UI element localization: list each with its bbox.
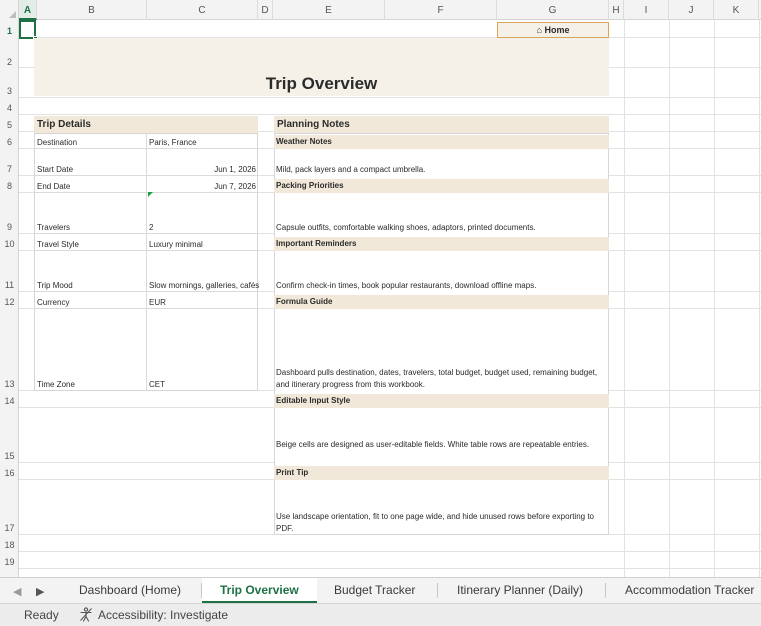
trip-value-time-zone[interactable]: CET [149,380,165,389]
column-header-d[interactable]: D [258,0,273,20]
trip-value-start-date[interactable]: Jun 1, 2026 [149,165,256,174]
note-title-editable-input: Editable Input Style [274,394,609,408]
planning-notes-heading: Planning Notes [274,116,609,133]
trip-label-time-zone: Time Zone [37,380,75,389]
gridline [624,20,625,577]
column-header-j[interactable]: J [669,0,714,20]
row-header-10[interactable]: 10 [0,239,19,249]
row-header-4[interactable]: 4 [0,103,19,113]
note-body-editable-input[interactable]: Beige cells are designed as user-editabl… [276,439,606,451]
sheet-grid[interactable]: ⌂ Home Trip Overview Trip Details Destin… [19,20,761,577]
tab-dashboard-home[interactable]: Dashboard (Home) [79,578,181,603]
trip-label-start-date: Start Date [37,165,74,174]
tab-scroll-left-icon[interactable]: ◀ [13,585,21,598]
row-header-11[interactable]: 11 [0,280,19,290]
trip-label-end-date: End Date [37,182,71,191]
trip-value-travelers[interactable]: 2 [149,223,153,232]
row-header-6[interactable]: 6 [0,137,19,147]
active-cell-cursor[interactable] [19,20,38,41]
column-header-f[interactable]: F [385,0,497,20]
tab-trip-overview[interactable]: Trip Overview [202,578,317,603]
trip-label-destination: Destination [37,138,78,147]
note-body-formula-guide[interactable]: Dashboard pulls destination, dates, trav… [276,367,606,391]
column-header-c[interactable]: C [147,0,258,20]
table-row-divider [34,250,258,251]
row-header-15[interactable]: 15 [0,451,19,461]
row-header-17[interactable]: 17 [0,523,19,533]
table-column-divider [146,133,147,391]
column-header-a[interactable]: A [19,0,37,20]
column-header-i[interactable]: I [624,0,669,20]
error-indicator-icon[interactable] [148,192,153,197]
row-header-2[interactable]: 2 [0,57,19,67]
trip-value-destination[interactable]: Paris, France [149,138,197,147]
trip-value-end-date[interactable]: Jun 7, 2026 [149,182,256,191]
column-header-b[interactable]: B [37,0,147,20]
note-body-packing[interactable]: Capsule outfits, comfortable walking sho… [276,222,606,234]
table-row-divider [34,192,258,193]
table-row-divider [34,308,258,309]
row-header-3[interactable]: 3 [0,86,19,96]
note-title-formula-guide: Formula Guide [274,295,609,309]
table-row-divider [34,233,258,234]
status-bar: Ready Accessibility: Investigate [0,603,761,626]
column-header-e[interactable]: E [273,0,385,20]
trip-label-travelers: Travelers [37,223,71,232]
gridline [19,114,761,115]
accessibility-icon[interactable] [79,607,93,622]
trip-label-currency: Currency [37,298,70,307]
note-body-reminders[interactable]: Confirm check-in times, book popular res… [276,280,606,292]
row-header-16[interactable]: 16 [0,468,19,478]
row-header-18[interactable]: 18 [0,540,19,550]
note-title-print-tip: Print Tip [274,466,609,480]
note-title-reminders: Important Reminders [274,237,609,251]
column-header-k[interactable]: K [714,0,759,20]
tab-divider [605,583,606,598]
row-header-9[interactable]: 9 [0,222,19,232]
row-header-19[interactable]: 19 [0,557,19,567]
trip-value-travel-style[interactable]: Luxury minimal [149,240,203,249]
row-header-12[interactable]: 12 [0,297,19,307]
row-header-8[interactable]: 8 [0,181,19,191]
column-header-h[interactable]: H [609,0,624,20]
select-all-corner[interactable] [0,0,19,20]
note-body-print-tip[interactable]: Use landscape orientation, fit to one pa… [276,511,606,535]
select-all-triangle-icon [9,11,16,18]
trip-value-currency[interactable]: EUR [149,298,166,307]
trip-label-travel-style: Travel Style [37,240,79,249]
column-header-g[interactable]: G [497,0,609,20]
row-header-14[interactable]: 14 [0,396,19,406]
gridline [759,20,760,577]
gridline [669,20,670,577]
title-banner: Trip Overview [34,38,609,96]
tab-budget-tracker[interactable]: Budget Tracker [334,578,415,603]
tab-divider [437,583,438,598]
table-row-divider [34,291,258,292]
sheet-tab-bar: ◀ ▶ Dashboard (Home) Trip Overview Budge… [0,577,761,603]
note-title-weather: Weather Notes [274,135,609,149]
status-ready: Ready [24,608,59,622]
home-button[interactable]: ⌂ Home [497,22,609,38]
tab-itinerary-planner[interactable]: Itinerary Planner (Daily) [457,578,583,603]
note-title-packing: Packing Priorities [274,179,609,193]
gridline [19,97,761,98]
row-header-1[interactable]: 1 [0,26,19,36]
table-row-divider [34,148,258,149]
trip-details-heading: Trip Details [34,116,258,133]
gridline [714,20,715,577]
gridline [19,551,761,552]
row-header-7[interactable]: 7 [0,164,19,174]
table-row-divider [34,175,258,176]
row-header-13[interactable]: 13 [0,379,19,389]
gridline [19,568,761,569]
page-title: Trip Overview [265,74,378,93]
tab-accommodation-tracker[interactable]: Accommodation Tracker [625,578,754,603]
note-body-weather[interactable]: Mild, pack layers and a compact umbrella… [276,164,606,176]
trip-label-trip-mood: Trip Mood [37,281,73,290]
tab-scroll-right-icon[interactable]: ▶ [36,585,44,598]
accessibility-status[interactable]: Accessibility: Investigate [98,608,228,622]
trip-value-trip-mood[interactable]: Slow mornings, galleries, cafés [149,281,259,290]
row-header-5[interactable]: 5 [0,120,19,130]
